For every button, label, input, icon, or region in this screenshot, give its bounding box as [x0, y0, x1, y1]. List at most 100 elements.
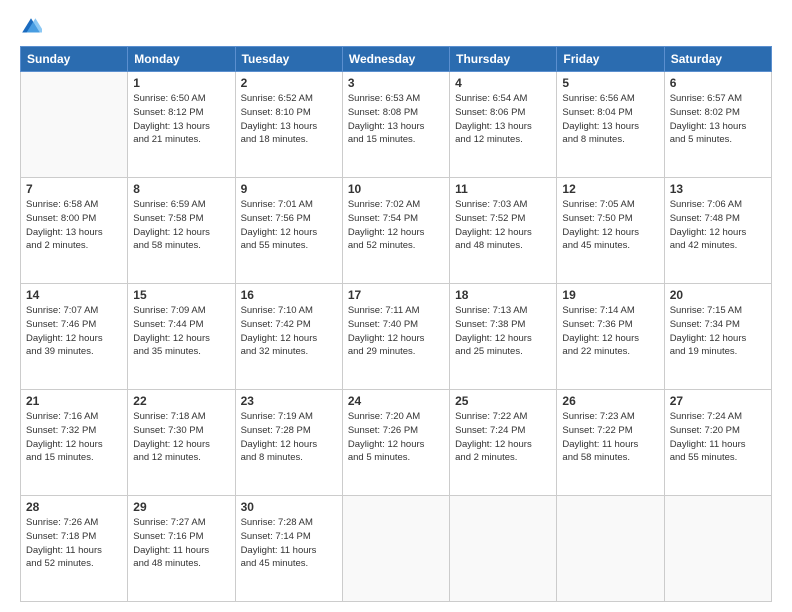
calendar-cell: 4 Sunrise: 6:54 AMSunset: 8:06 PMDaylight…	[450, 72, 557, 178]
calendar-cell	[664, 496, 771, 602]
day-info: Sunrise: 7:26 AMSunset: 7:18 PMDaylight:…	[26, 516, 122, 571]
day-info: Sunrise: 7:01 AMSunset: 7:56 PMDaylight:…	[241, 198, 337, 253]
day-info: Sunrise: 7:10 AMSunset: 7:42 PMDaylight:…	[241, 304, 337, 359]
calendar-day-header: Monday	[128, 47, 235, 72]
calendar-cell	[342, 496, 449, 602]
day-number: 28	[26, 500, 122, 514]
day-number: 9	[241, 182, 337, 196]
day-info: Sunrise: 7:23 AMSunset: 7:22 PMDaylight:…	[562, 410, 658, 465]
day-number: 12	[562, 182, 658, 196]
day-number: 21	[26, 394, 122, 408]
day-info: Sunrise: 7:14 AMSunset: 7:36 PMDaylight:…	[562, 304, 658, 359]
calendar-week-row: 28 Sunrise: 7:26 AMSunset: 7:18 PMDayligh…	[21, 496, 772, 602]
day-number: 27	[670, 394, 766, 408]
day-info: Sunrise: 7:18 AMSunset: 7:30 PMDaylight:…	[133, 410, 229, 465]
day-info: Sunrise: 6:54 AMSunset: 8:06 PMDaylight:…	[455, 92, 551, 147]
day-number: 29	[133, 500, 229, 514]
day-number: 30	[241, 500, 337, 514]
calendar-cell: 11 Sunrise: 7:03 AMSunset: 7:52 PMDayligh…	[450, 178, 557, 284]
day-info: Sunrise: 6:53 AMSunset: 8:08 PMDaylight:…	[348, 92, 444, 147]
calendar-day-header: Friday	[557, 47, 664, 72]
day-number: 5	[562, 76, 658, 90]
calendar-day-header: Tuesday	[235, 47, 342, 72]
day-number: 25	[455, 394, 551, 408]
day-info: Sunrise: 7:02 AMSunset: 7:54 PMDaylight:…	[348, 198, 444, 253]
calendar-cell: 18 Sunrise: 7:13 AMSunset: 7:38 PMDayligh…	[450, 284, 557, 390]
day-number: 23	[241, 394, 337, 408]
calendar-cell: 29 Sunrise: 7:27 AMSunset: 7:16 PMDayligh…	[128, 496, 235, 602]
day-number: 18	[455, 288, 551, 302]
day-info: Sunrise: 7:03 AMSunset: 7:52 PMDaylight:…	[455, 198, 551, 253]
calendar-table: SundayMondayTuesdayWednesdayThursdayFrid…	[20, 46, 772, 602]
day-number: 22	[133, 394, 229, 408]
day-info: Sunrise: 6:57 AMSunset: 8:02 PMDaylight:…	[670, 92, 766, 147]
calendar-cell: 8 Sunrise: 6:59 AMSunset: 7:58 PMDaylight…	[128, 178, 235, 284]
day-number: 8	[133, 182, 229, 196]
calendar-cell: 7Sunrise: 6:58 AMSunset: 8:00 PMDaylight…	[21, 178, 128, 284]
day-number: 10	[348, 182, 444, 196]
calendar-cell	[21, 72, 128, 178]
calendar-cell: 17 Sunrise: 7:11 AMSunset: 7:40 PMDayligh…	[342, 284, 449, 390]
calendar-cell: 21 Sunrise: 7:16 AMSunset: 7:32 PMDayligh…	[21, 390, 128, 496]
day-info: Sunrise: 7:28 AMSunset: 7:14 PMDaylight:…	[241, 516, 337, 571]
calendar-cell: 26Sunrise: 7:23 AMSunset: 7:22 PMDayligh…	[557, 390, 664, 496]
day-info: Sunrise: 6:52 AMSunset: 8:10 PMDaylight:…	[241, 92, 337, 147]
calendar-day-header: Sunday	[21, 47, 128, 72]
day-info: Sunrise: 7:19 AMSunset: 7:28 PMDaylight:…	[241, 410, 337, 465]
day-number: 2	[241, 76, 337, 90]
calendar-cell: 15 Sunrise: 7:09 AMSunset: 7:44 PMDayligh…	[128, 284, 235, 390]
day-number: 11	[455, 182, 551, 196]
calendar-cell: 28 Sunrise: 7:26 AMSunset: 7:18 PMDayligh…	[21, 496, 128, 602]
day-number: 17	[348, 288, 444, 302]
day-number: 16	[241, 288, 337, 302]
calendar-cell: 30 Sunrise: 7:28 AMSunset: 7:14 PMDayligh…	[235, 496, 342, 602]
day-number: 19	[562, 288, 658, 302]
day-info: Sunrise: 6:59 AMSunset: 7:58 PMDaylight:…	[133, 198, 229, 253]
day-info: Sunrise: 7:22 AMSunset: 7:24 PMDaylight:…	[455, 410, 551, 465]
day-info: Sunrise: 7:13 AMSunset: 7:38 PMDaylight:…	[455, 304, 551, 359]
calendar-day-header: Saturday	[664, 47, 771, 72]
day-info: Sunrise: 7:09 AMSunset: 7:44 PMDaylight:…	[133, 304, 229, 359]
day-info: Sunrise: 7:16 AMSunset: 7:32 PMDaylight:…	[26, 410, 122, 465]
day-info: Sunrise: 7:24 AMSunset: 7:20 PMDaylight:…	[670, 410, 766, 465]
calendar-cell: 6Sunrise: 6:57 AMSunset: 8:02 PMDaylight…	[664, 72, 771, 178]
calendar-cell: 9 Sunrise: 7:01 AMSunset: 7:56 PMDaylight…	[235, 178, 342, 284]
calendar-day-header: Thursday	[450, 47, 557, 72]
calendar-cell: 5 Sunrise: 6:56 AMSunset: 8:04 PMDaylight…	[557, 72, 664, 178]
day-number: 13	[670, 182, 766, 196]
day-info: Sunrise: 7:15 AMSunset: 7:34 PMDaylight:…	[670, 304, 766, 359]
calendar-week-row: 7Sunrise: 6:58 AMSunset: 8:00 PMDaylight…	[21, 178, 772, 284]
day-number: 4	[455, 76, 551, 90]
calendar-cell: 20Sunrise: 7:15 AMSunset: 7:34 PMDayligh…	[664, 284, 771, 390]
calendar-cell: 3 Sunrise: 6:53 AMSunset: 8:08 PMDaylight…	[342, 72, 449, 178]
calendar-week-row: 1 Sunrise: 6:50 AMSunset: 8:12 PMDaylight…	[21, 72, 772, 178]
calendar-week-row: 14 Sunrise: 7:07 AMSunset: 7:46 PMDayligh…	[21, 284, 772, 390]
calendar-cell	[450, 496, 557, 602]
day-info: Sunrise: 7:20 AMSunset: 7:26 PMDaylight:…	[348, 410, 444, 465]
day-info: Sunrise: 7:05 AMSunset: 7:50 PMDaylight:…	[562, 198, 658, 253]
calendar-day-header: Wednesday	[342, 47, 449, 72]
calendar-cell: 25 Sunrise: 7:22 AMSunset: 7:24 PMDayligh…	[450, 390, 557, 496]
day-info: Sunrise: 7:27 AMSunset: 7:16 PMDaylight:…	[133, 516, 229, 571]
day-number: 24	[348, 394, 444, 408]
day-number: 15	[133, 288, 229, 302]
logo-icon	[20, 16, 42, 38]
day-info: Sunrise: 7:07 AMSunset: 7:46 PMDaylight:…	[26, 304, 122, 359]
calendar-cell: 16 Sunrise: 7:10 AMSunset: 7:42 PMDayligh…	[235, 284, 342, 390]
calendar-cell: 24 Sunrise: 7:20 AMSunset: 7:26 PMDayligh…	[342, 390, 449, 496]
day-info: Sunrise: 6:58 AMSunset: 8:00 PMDaylight:…	[26, 198, 122, 253]
calendar-cell: 27 Sunrise: 7:24 AMSunset: 7:20 PMDayligh…	[664, 390, 771, 496]
day-info: Sunrise: 7:06 AMSunset: 7:48 PMDaylight:…	[670, 198, 766, 253]
calendar-cell: 10 Sunrise: 7:02 AMSunset: 7:54 PMDayligh…	[342, 178, 449, 284]
day-info: Sunrise: 6:50 AMSunset: 8:12 PMDaylight:…	[133, 92, 229, 147]
page: SundayMondayTuesdayWednesdayThursdayFrid…	[0, 0, 792, 612]
day-number: 3	[348, 76, 444, 90]
header	[20, 16, 772, 38]
day-number: 1	[133, 76, 229, 90]
day-info: Sunrise: 6:56 AMSunset: 8:04 PMDaylight:…	[562, 92, 658, 147]
calendar-cell: 2 Sunrise: 6:52 AMSunset: 8:10 PMDaylight…	[235, 72, 342, 178]
day-info: Sunrise: 7:11 AMSunset: 7:40 PMDaylight:…	[348, 304, 444, 359]
calendar-cell: 14 Sunrise: 7:07 AMSunset: 7:46 PMDayligh…	[21, 284, 128, 390]
calendar-header-row: SundayMondayTuesdayWednesdayThursdayFrid…	[21, 47, 772, 72]
day-number: 14	[26, 288, 122, 302]
